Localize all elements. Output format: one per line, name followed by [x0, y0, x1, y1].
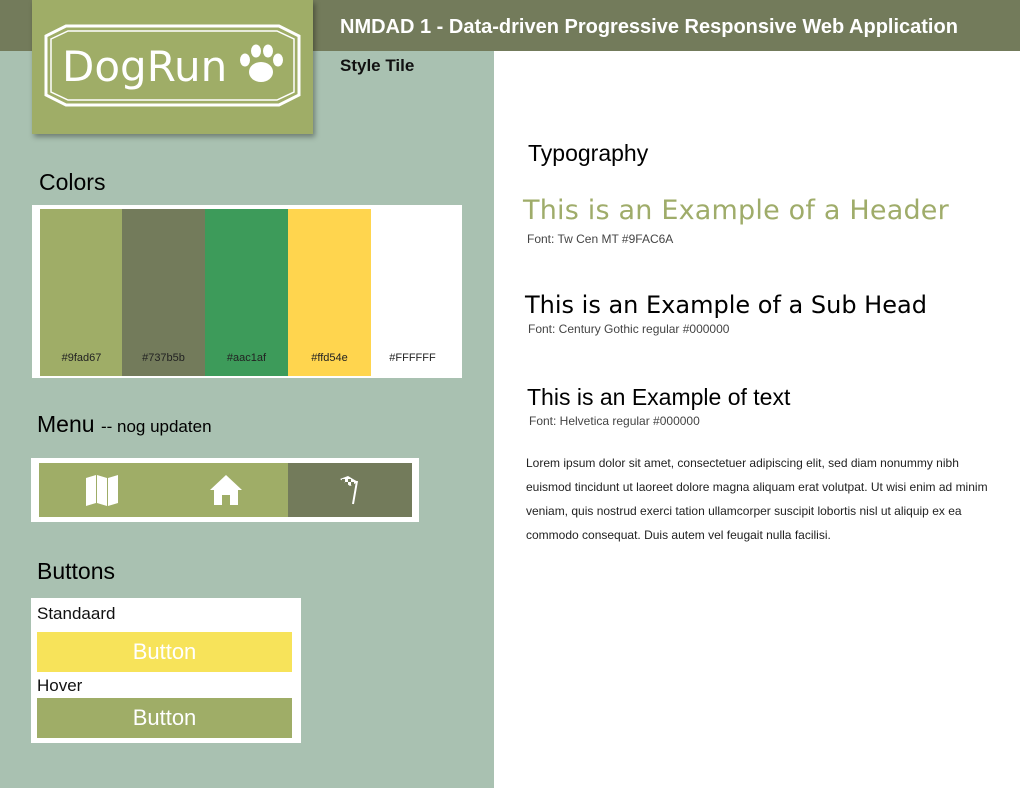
header-font-note: Font: Tw Cen MT #9FAC6A	[527, 232, 674, 246]
swatch-label: #9fad67	[61, 352, 102, 364]
logo-text: DogRun	[62, 42, 227, 91]
swatch-label: #ffd54e	[311, 352, 348, 364]
standard-button[interactable]: Button	[37, 632, 292, 672]
typography-title: Typography	[528, 140, 649, 166]
standard-caption: Standaard	[37, 604, 116, 623]
lorem-paragraph: Lorem ipsum dolor sit amet, consectetuer…	[526, 456, 988, 542]
color-swatch: #ffd54e	[288, 209, 371, 376]
color-swatch: #aac1af	[205, 209, 288, 376]
swatch-label: #737b5b	[142, 352, 185, 364]
menu-note: -- nog updaten	[100, 417, 212, 436]
color-swatch: #737b5b	[122, 209, 205, 376]
menu-title-text: Menu	[37, 411, 95, 437]
subhead-font-note: Font: Century Gothic regular #000000	[528, 322, 730, 336]
paw-icon	[240, 44, 283, 82]
hover-caption: Hover	[37, 676, 83, 695]
color-swatches: #9fad67 #737b5b #aac1af #ffd54e #FFFFFF	[32, 205, 462, 378]
color-swatch: #FFFFFF	[371, 209, 454, 376]
page-subtitle: Style Tile	[340, 56, 415, 75]
colors-section-title: Colors	[39, 169, 106, 195]
logo: DogRun	[32, 0, 313, 134]
menu-preview	[31, 458, 419, 522]
map-icon	[85, 475, 118, 506]
text-example: This is an Example of text	[527, 384, 791, 410]
swatch-label: #FFFFFF	[389, 352, 436, 364]
swatch-label: #aac1af	[226, 352, 267, 364]
text-font-note: Font: Helvetica regular #000000	[529, 414, 700, 428]
menu-bar	[39, 463, 412, 517]
menu-item-map[interactable]	[39, 463, 164, 517]
buttons-preview: Standaard Button Hover Button	[31, 598, 301, 743]
menu-section-title: Menu -- nog updaten	[37, 411, 212, 438]
buttons-section-title: Buttons	[37, 558, 115, 584]
subhead-example: This is an Example of a Sub Head	[525, 291, 927, 319]
checkered-flag-icon	[340, 476, 358, 505]
app-title: NMDAD 1 - Data-driven Progressive Respon…	[340, 16, 958, 38]
hover-button[interactable]: Button	[37, 698, 292, 738]
header-example: This is an Example of a Header	[523, 195, 949, 226]
menu-item-finish[interactable]	[288, 463, 412, 517]
home-icon	[210, 475, 242, 505]
color-swatch: #9fad67	[40, 209, 123, 376]
menu-item-home[interactable]	[164, 463, 288, 517]
